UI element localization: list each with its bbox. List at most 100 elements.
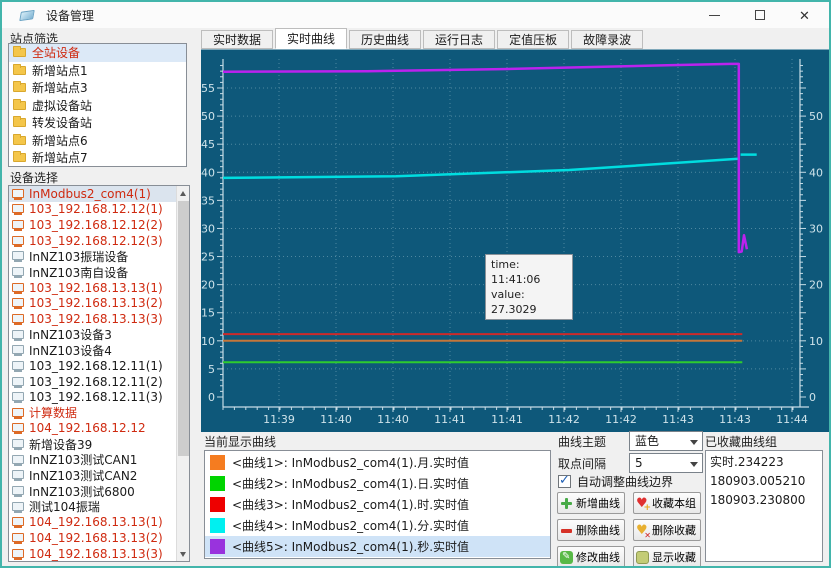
- favorite-item[interactable]: 180903.230800: [710, 491, 818, 510]
- show-icon: [636, 551, 649, 564]
- device-item[interactable]: 103_192.168.12.12(3): [9, 233, 176, 249]
- legend-swatch: [210, 455, 225, 470]
- show-favorite-button[interactable]: 显示收藏: [633, 546, 701, 568]
- tab-realtime-curve[interactable]: 实时曲线: [275, 28, 347, 49]
- tab-setpoint-plate[interactable]: 定值压板: [497, 30, 569, 49]
- scroll-up-button[interactable]: [177, 186, 190, 200]
- device-item[interactable]: InModbus2_com4(1): [9, 186, 176, 202]
- y-right-tick: 0: [809, 391, 816, 404]
- device-icon: [12, 344, 24, 356]
- device-icon: [12, 313, 24, 325]
- device-item[interactable]: 测试104振瑞: [9, 499, 176, 515]
- favorite-group-button[interactable]: 收藏本组: [633, 492, 701, 514]
- y-left-tick: 25: [201, 251, 215, 264]
- device-icon: [12, 376, 24, 388]
- y-right-tick: 10: [809, 335, 823, 348]
- device-item[interactable]: 104_192.168.12.12: [9, 421, 176, 437]
- device-item[interactable]: 103_192.168.12.11(1): [9, 358, 176, 374]
- delete-curve-button[interactable]: 删除曲线: [557, 519, 625, 541]
- device-item[interactable]: 计算数据: [9, 405, 176, 421]
- site-item[interactable]: 新增站点7: [9, 149, 186, 167]
- device-icon: [12, 438, 24, 450]
- site-item-label: 新增站点7: [32, 149, 88, 166]
- legend-item-label: <曲线2>: InModbus2_com4(1).日.实时值: [232, 475, 469, 492]
- device-icon: [12, 297, 24, 309]
- device-item[interactable]: 103_192.168.13.13(3): [9, 311, 176, 327]
- minimize-button[interactable]: [692, 2, 737, 28]
- site-filter-list: 全站设备新增站点1新增站点3虚拟设备站转发设备站新增站点6新增站点7: [8, 43, 187, 167]
- modify-curve-button[interactable]: 修改曲线: [557, 546, 625, 568]
- add-curve-button[interactable]: 新增曲线: [557, 492, 625, 514]
- tooltip-time-value: 11:41:06: [491, 273, 540, 286]
- device-item[interactable]: InNZ103设备3: [9, 327, 176, 343]
- device-item[interactable]: 104_192.168.13.13(3): [9, 546, 176, 561]
- device-item[interactable]: 103_192.168.12.12(1): [9, 202, 176, 218]
- device-item[interactable]: InNZ103振瑞设备: [9, 249, 176, 265]
- device-item-label: 103_192.168.13.13(3): [29, 312, 163, 326]
- y-left-tick: 20: [201, 279, 215, 292]
- device-item-label: 104_192.168.13.13(3): [29, 547, 163, 561]
- device-item[interactable]: 103_192.168.13.13(1): [9, 280, 176, 296]
- maximize-button[interactable]: [737, 2, 782, 28]
- scroll-thumb[interactable]: [178, 201, 189, 456]
- device-item[interactable]: InNZ103测试CAN1: [9, 452, 176, 468]
- site-item[interactable]: 虚拟设备站: [9, 97, 186, 115]
- device-icon: [12, 391, 24, 403]
- delete-favorite-button[interactable]: 删除收藏: [633, 519, 701, 541]
- auto-adjust-checkbox[interactable]: [558, 475, 571, 488]
- tab-realtime-data[interactable]: 实时数据: [201, 30, 273, 49]
- tab-run-log[interactable]: 运行日志: [423, 30, 495, 49]
- tab-fault-record[interactable]: 故障录波: [571, 30, 643, 49]
- app-icon: [19, 9, 35, 20]
- tab-history-curve[interactable]: 历史曲线: [349, 30, 421, 49]
- site-item-label: 全站设备: [32, 44, 80, 61]
- y-left-tick: 15: [201, 307, 215, 320]
- curve-theme-value: 蓝色: [635, 434, 659, 448]
- button-label: 删除收藏: [652, 522, 696, 538]
- scroll-down-button[interactable]: [177, 547, 190, 561]
- device-item[interactable]: InNZ103设备4: [9, 342, 176, 358]
- legend-item[interactable]: <曲线4>: InModbus2_com4(1).分.实时值: [205, 515, 550, 536]
- edit-icon: [560, 551, 573, 564]
- site-item[interactable]: 新增站点3: [9, 79, 186, 97]
- device-item[interactable]: 103_192.168.12.12(2): [9, 217, 176, 233]
- realtime-curve-chart[interactable]: 05101520253035404550550102030405011:3911…: [201, 49, 831, 432]
- favorite-item[interactable]: 实时.234223: [710, 453, 818, 472]
- device-item[interactable]: 103_192.168.13.13(2): [9, 295, 176, 311]
- device-item[interactable]: InNZ103测试6800: [9, 483, 176, 499]
- device-item-label: InNZ103设备3: [29, 326, 112, 343]
- close-button[interactable]: ✕: [782, 2, 827, 28]
- legend-item[interactable]: <曲线5>: InModbus2_com4(1).秒.实时值: [205, 536, 550, 557]
- favorite-item[interactable]: 180903.005210: [710, 472, 818, 491]
- device-icon: [12, 501, 24, 513]
- realtime-chart-svg[interactable]: 05101520253035404550550102030405011:3911…: [201, 50, 831, 433]
- device-item-label: 103_192.168.13.13(1): [29, 281, 163, 295]
- site-item[interactable]: 新增站点6: [9, 132, 186, 150]
- button-label: 修改曲线: [576, 549, 620, 565]
- device-icon: [12, 469, 24, 481]
- device-item[interactable]: 103_192.168.12.11(2): [9, 374, 176, 390]
- legend-swatch: [210, 539, 225, 554]
- legend-item[interactable]: <曲线2>: InModbus2_com4(1).日.实时值: [205, 473, 550, 494]
- legend-item-label: <曲线1>: InModbus2_com4(1).月.实时值: [232, 454, 469, 471]
- device-item[interactable]: 103_192.168.12.11(3): [9, 389, 176, 405]
- button-label: 新增曲线: [576, 495, 620, 511]
- site-item[interactable]: 转发设备站: [9, 114, 186, 132]
- legend-item[interactable]: <曲线3>: InModbus2_com4(1).时.实时值: [205, 494, 550, 515]
- site-item[interactable]: 新增站点1: [9, 62, 186, 80]
- device-item[interactable]: InNZ103南自设备: [9, 264, 176, 280]
- device-item[interactable]: 新增设备39: [9, 436, 176, 452]
- site-item-label: 新增站点3: [32, 79, 88, 96]
- folder-icon: [13, 83, 26, 92]
- device-item[interactable]: 104_192.168.13.13(1): [9, 514, 176, 530]
- device-list-scrollbar[interactable]: [176, 186, 189, 561]
- current-curves-label: 当前显示曲线: [204, 433, 276, 450]
- device-item[interactable]: InNZ103测试CAN2: [9, 468, 176, 484]
- site-item[interactable]: 全站设备: [9, 44, 186, 62]
- curve-theme-select[interactable]: 蓝色: [629, 431, 703, 451]
- legend-item[interactable]: <曲线1>: InModbus2_com4(1).月.实时值: [205, 452, 550, 473]
- device-item[interactable]: 104_192.168.13.13(2): [9, 530, 176, 546]
- x-tick: 11:41: [491, 413, 523, 426]
- point-interval-select[interactable]: 5: [629, 453, 703, 473]
- device-icon: [12, 407, 24, 419]
